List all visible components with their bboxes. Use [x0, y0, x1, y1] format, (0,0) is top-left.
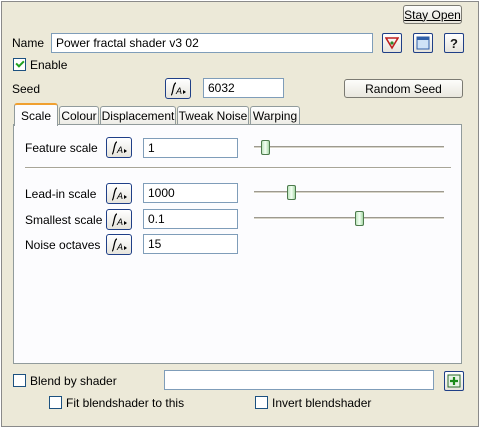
name-field[interactable] — [51, 33, 373, 53]
shader-dialog: Stay Open Name ? Enable Seed A Random Se… — [1, 1, 479, 427]
noise-octaves-function-button[interactable]: A — [106, 234, 132, 255]
window-icon — [416, 36, 430, 50]
svg-text:A: A — [116, 242, 123, 252]
blend-by-shader-checkbox[interactable] — [13, 374, 26, 387]
help-button[interactable]: ? — [444, 33, 464, 53]
shader-tree-button[interactable] — [382, 33, 402, 53]
tab-displacement-label: Displacement — [101, 109, 175, 123]
lead-in-scale-slider[interactable] — [254, 183, 444, 203]
function-icon: A — [111, 140, 127, 155]
feature-scale-field[interactable] — [143, 138, 238, 158]
fit-blendshader-label: Fit blendshader to this — [66, 396, 185, 410]
tab-tweak-noise[interactable]: Tweak Noise — [177, 106, 249, 125]
svg-text:A: A — [116, 191, 123, 201]
add-blend-shader-button[interactable] — [444, 371, 464, 391]
shader-tree-icon — [385, 37, 399, 50]
seed-function-button[interactable]: A — [165, 78, 191, 99]
enable-label: Enable — [30, 58, 68, 72]
smallest-scale-field[interactable] — [143, 209, 238, 229]
enable-checkbox[interactable] — [13, 58, 26, 71]
function-icon: A — [111, 212, 127, 227]
lead-in-scale-field[interactable] — [143, 183, 238, 203]
seed-field[interactable] — [203, 78, 284, 98]
feature-scale-label: Feature scale — [25, 141, 98, 155]
name-label: Name — [12, 36, 45, 50]
function-icon: A — [170, 81, 186, 96]
function-icon: A — [111, 237, 127, 252]
tab-tweak-noise-label: Tweak Noise — [178, 109, 248, 123]
seed-label: Seed — [12, 82, 41, 96]
smallest-scale-label: Smallest scale — [25, 213, 103, 227]
svg-text:A: A — [116, 145, 123, 155]
smallest-scale-slider[interactable] — [254, 209, 444, 229]
slider-thumb[interactable] — [287, 185, 296, 200]
tab-displacement[interactable]: Displacement — [100, 106, 176, 125]
smallest-scale-function-button[interactable]: A — [106, 209, 132, 230]
add-icon — [447, 374, 461, 388]
slider-track — [254, 191, 444, 194]
separator — [25, 167, 451, 169]
tab-colour[interactable]: Colour — [59, 106, 99, 125]
random-seed-label: Random Seed — [365, 81, 442, 96]
slider-thumb[interactable] — [355, 211, 364, 226]
svg-text:A: A — [116, 217, 123, 227]
tab-warping-label: Warping — [252, 109, 298, 123]
help-icon: ? — [450, 35, 458, 51]
tab-scale-label: Scale — [20, 108, 52, 123]
noise-octaves-field[interactable] — [143, 234, 238, 254]
feature-scale-slider[interactable] — [254, 138, 444, 158]
slider-track — [254, 217, 444, 220]
invert-blendshader-checkbox[interactable] — [255, 396, 268, 409]
lead-in-scale-function-button[interactable]: A — [106, 183, 132, 204]
slider-track — [254, 146, 444, 149]
scale-tab-panel: Feature scale A Lead-in scale A — [13, 124, 462, 364]
tab-warping[interactable]: Warping — [250, 106, 300, 125]
stay-open-label: Stay Open — [404, 7, 461, 22]
window-button[interactable] — [413, 33, 433, 53]
stay-open-button[interactable]: Stay Open — [403, 5, 462, 24]
lead-in-scale-label: Lead-in scale — [25, 187, 97, 201]
blend-by-shader-label: Blend by shader — [30, 374, 117, 388]
tab-scale[interactable]: Scale — [14, 103, 58, 126]
slider-thumb[interactable] — [261, 140, 270, 155]
noise-octaves-label: Noise octaves — [25, 238, 101, 252]
invert-blendshader-label: Invert blendshader — [272, 396, 372, 410]
fit-blendshader-checkbox[interactable] — [49, 396, 62, 409]
function-icon: A — [111, 186, 127, 201]
blend-shader-field[interactable] — [164, 370, 434, 390]
svg-text:A: A — [175, 86, 182, 96]
feature-scale-function-button[interactable]: A — [106, 137, 132, 158]
random-seed-button[interactable]: Random Seed — [344, 79, 463, 98]
tab-colour-label: Colour — [61, 109, 97, 123]
